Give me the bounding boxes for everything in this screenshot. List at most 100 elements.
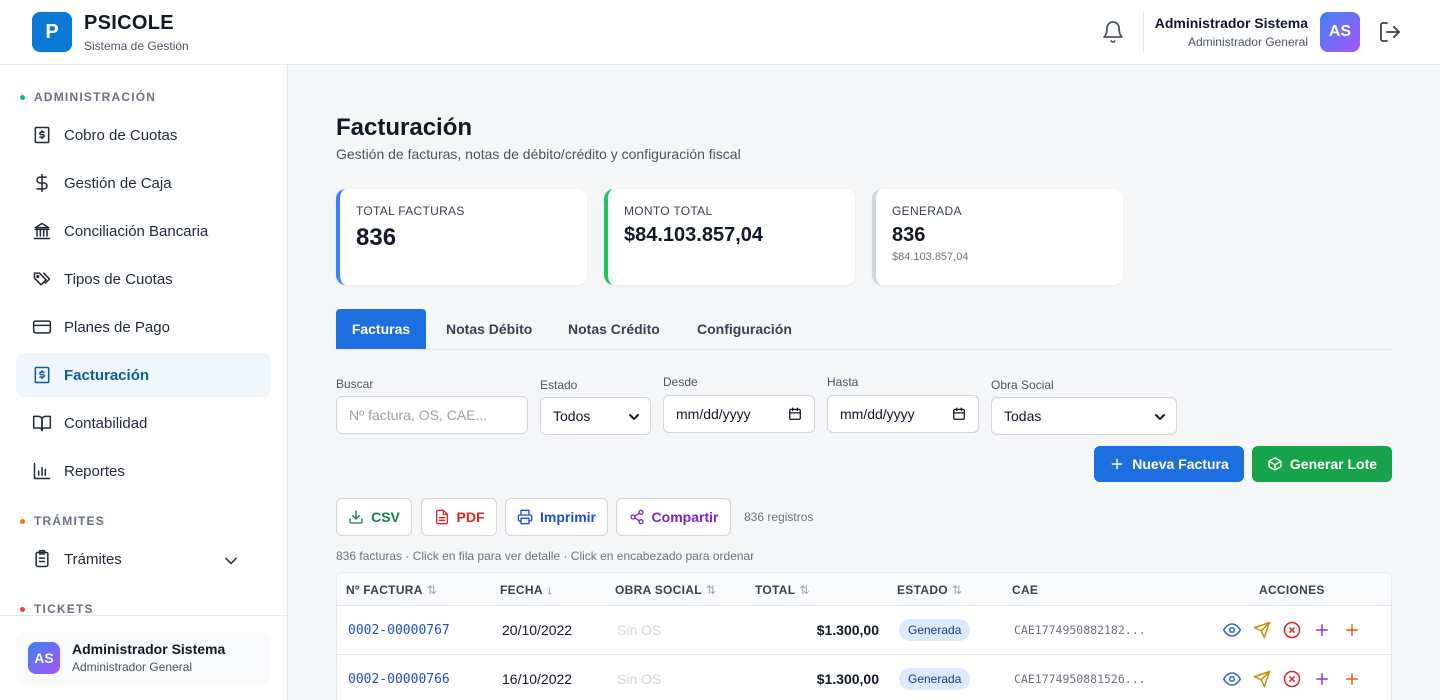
column-header-label: Nº FACTURA: [346, 582, 423, 597]
table-row[interactable]: 0002-00000766 16/10/2022 Sin OS $1.300,0…: [337, 655, 1391, 700]
table-row[interactable]: 0002-00000767 20/10/2022 Sin OS $1.300,0…: [337, 606, 1391, 655]
sort-desc-icon: ↓: [546, 582, 554, 597]
sidebar-item-label: Reportes: [64, 462, 125, 480]
send-icon[interactable]: [1253, 670, 1271, 688]
invoice-number[interactable]: 0002-00000766: [348, 655, 450, 700]
sidebar-item-gestion-de-caja[interactable]: Gestión de Caja: [16, 161, 271, 205]
invoice-number[interactable]: 0002-00000767: [348, 606, 450, 654]
logout-icon[interactable]: [1378, 20, 1402, 44]
eye-icon[interactable]: [1223, 670, 1241, 688]
column-header-label: TOTAL: [755, 582, 796, 597]
calendar-icon[interactable]: [952, 407, 966, 421]
tab-notas-credito[interactable]: Notas Crédito: [558, 309, 670, 349]
invoice-date: 16/10/2022: [502, 671, 573, 687]
invoice-total: $1.300,00: [816, 671, 879, 687]
calendar-icon[interactable]: [788, 407, 802, 421]
section-dot: [20, 94, 25, 100]
app-logo[interactable]: P: [32, 12, 72, 52]
sidebar-item-tipos-de-cuotas[interactable]: Tipos de Cuotas: [16, 257, 271, 301]
bar-chart-icon: [33, 462, 51, 480]
plus-icon[interactable]: [1313, 621, 1331, 639]
invoice-cae: CAE1774950882182...: [1014, 623, 1146, 637]
plus-icon[interactable]: [1343, 670, 1361, 688]
table-header: [337, 573, 1391, 606]
chevron-down-icon: [629, 414, 639, 420]
generar-lote-button[interactable]: Generar Lote: [1252, 446, 1392, 482]
sidebar-item-label: Conciliación Bancaria: [64, 222, 209, 240]
send-icon[interactable]: [1253, 621, 1271, 639]
section-label: TICKETS: [34, 602, 94, 616]
plus-icon: [1111, 458, 1123, 470]
sort-icon: ⇅: [705, 582, 717, 597]
tab-configuracion[interactable]: Configuración: [687, 309, 802, 349]
section-dot: [20, 518, 25, 524]
column-header-label: FECHA: [500, 582, 543, 597]
chevron-down-icon: [1155, 414, 1165, 420]
sidebar-item-label: Facturación: [64, 366, 150, 384]
nueva-factura-button[interactable]: Nueva Factura: [1094, 446, 1244, 482]
desde-date-input[interactable]: mm/dd/yyyy: [663, 395, 815, 433]
sidebar-user-card[interactable]: AS Administrador Sistema Administrador G…: [16, 632, 271, 684]
hasta-label: Hasta: [827, 375, 859, 389]
eye-icon[interactable]: [1223, 621, 1241, 639]
plus-icon[interactable]: [1343, 621, 1361, 639]
file-text-icon: [435, 509, 448, 525]
plus-icon[interactable]: [1313, 670, 1331, 688]
credit-card-icon: [32, 320, 52, 334]
stat-card-label: GENERADA: [892, 204, 962, 218]
printer-icon: [517, 509, 533, 525]
sidebar-item-label: Gestión de Caja: [64, 174, 172, 192]
x-circle-icon[interactable]: [1283, 670, 1301, 688]
desde-label: Desde: [663, 375, 698, 389]
compartir-button[interactable]: Compartir: [616, 498, 731, 536]
stat-card-generada: GENERADA 836 $84.103.857,04: [872, 189, 1123, 285]
invoice-total: $1.300,00: [816, 622, 879, 638]
tab-facturas[interactable]: Facturas: [336, 309, 426, 349]
pdf-button[interactable]: PDF: [421, 498, 497, 536]
column-header-fecha[interactable]: FECHA ↓: [500, 573, 553, 606]
sidebar-item-reportes[interactable]: Reportes: [16, 449, 271, 493]
imprimir-button[interactable]: Imprimir: [505, 498, 608, 536]
app-subtitle: Sistema de Gestión: [84, 39, 189, 53]
sidebar-item-label: Tipos de Cuotas: [64, 270, 173, 288]
estado-label: Estado: [540, 378, 578, 392]
column-header-acciones: ACCIONES: [1259, 573, 1325, 606]
sidebar-item-conciliacion-bancaria[interactable]: Conciliación Bancaria: [16, 209, 271, 253]
x-circle-icon[interactable]: [1283, 621, 1301, 639]
page-title: Facturación: [336, 114, 473, 141]
tags-icon: [33, 272, 51, 286]
obra-social-label: Obra Social: [991, 378, 1054, 392]
sidebar-item-tramites[interactable]: Trámites: [16, 537, 271, 581]
column-header-label: OBRA SOCIAL: [615, 582, 702, 597]
obra-social-select[interactable]: Todas: [991, 397, 1177, 435]
column-header-numero[interactable]: Nº FACTURA ⇅: [346, 573, 437, 606]
csv-button[interactable]: CSV: [336, 498, 412, 536]
sidebar-item-label: Trámites: [64, 550, 122, 568]
header-avatar[interactable]: AS: [1320, 12, 1360, 52]
column-header-obra-social[interactable]: OBRA SOCIAL ⇅: [615, 573, 716, 606]
chevron-down-icon[interactable]: [221, 551, 241, 571]
stat-card-value: $84.103.857,04: [624, 224, 764, 246]
package-icon: [1268, 457, 1282, 471]
sidebar-item-facturacion[interactable]: Facturación: [16, 353, 271, 397]
tab-notas-debito[interactable]: Notas Débito: [436, 309, 542, 349]
sidebar-item-cobro-de-cuotas[interactable]: Cobro de Cuotas: [16, 113, 271, 157]
sidebar-item-label: Contabilidad: [64, 414, 148, 432]
bell-icon[interactable]: [1101, 20, 1125, 44]
obra-social-select-value: Todas: [1004, 408, 1042, 424]
invoices-table: Nº FACTURA ⇅ FECHA ↓ OBRA SOCIAL ⇅ TOTAL ⇅ E…: [336, 572, 1392, 700]
sidebar-item-planes-de-pago[interactable]: Planes de Pago: [16, 305, 271, 349]
column-header-estado[interactable]: ESTADO ⇅: [897, 573, 962, 606]
search-input[interactable]: Nº factura, OS, CAE...: [336, 396, 528, 434]
sidebar-item-contabilidad[interactable]: Contabilidad: [16, 401, 271, 445]
hasta-date-value: mm/dd/yyyy: [840, 406, 915, 422]
section-label: ADMINISTRACIÓN: [34, 90, 157, 104]
section-label: TRÁMITES: [34, 514, 105, 528]
sidebar-item-label: Planes de Pago: [64, 318, 170, 336]
estado-select[interactable]: Todos: [540, 397, 651, 435]
status-badge: Generada: [899, 619, 971, 641]
sidebar-avatar: AS: [28, 642, 60, 674]
section-title-administracion: ADMINISTRACIÓN: [20, 90, 156, 104]
hasta-date-input[interactable]: mm/dd/yyyy: [827, 395, 979, 433]
column-header-total[interactable]: TOTAL ⇅: [755, 573, 810, 606]
